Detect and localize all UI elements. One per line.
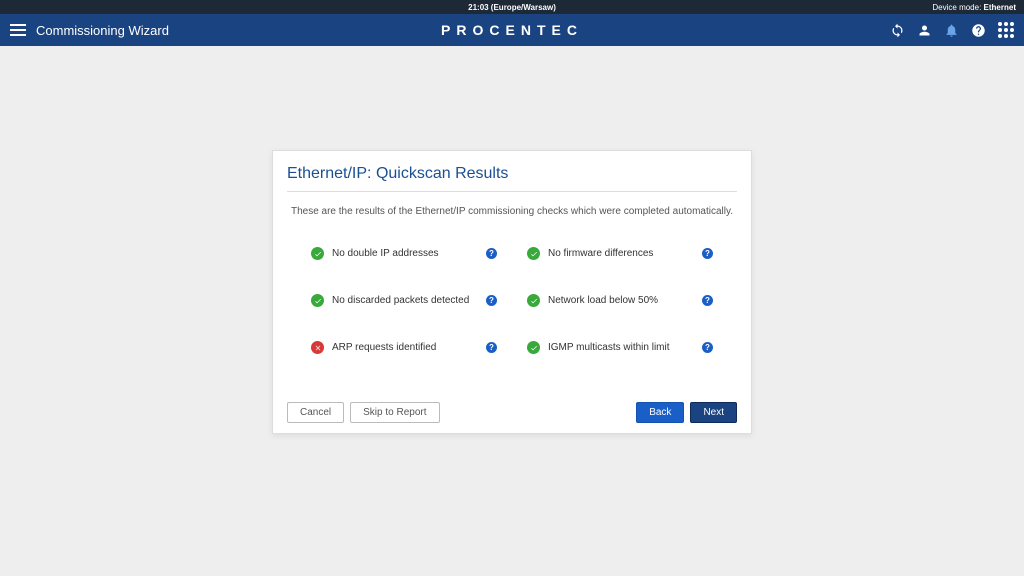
- bell-icon[interactable]: [944, 23, 959, 38]
- check-icon: [527, 294, 540, 307]
- device-mode: Device mode: Ethernet: [932, 3, 1016, 12]
- check-icon: [527, 341, 540, 354]
- menu-icon[interactable]: [10, 24, 26, 36]
- results-grid: No double IP addresses?No firmware diffe…: [287, 247, 737, 354]
- help-icon[interactable]: ?: [702, 342, 713, 353]
- help-icon[interactable]: ?: [486, 248, 497, 259]
- quickscan-card: Ethernet/IP: Quickscan Results These are…: [272, 150, 752, 434]
- cancel-button[interactable]: Cancel: [287, 402, 344, 423]
- result-item: No firmware differences?: [527, 247, 713, 260]
- top-status-bar: 21:03 (Europe/Warsaw) Device mode: Ether…: [0, 0, 1024, 14]
- result-label: No double IP addresses: [332, 248, 478, 259]
- result-label: Network load below 50%: [548, 295, 694, 306]
- check-icon: [527, 247, 540, 260]
- cross-icon: [311, 341, 324, 354]
- help-icon[interactable]: ?: [486, 295, 497, 306]
- result-item: IGMP multicasts within limit?: [527, 341, 713, 354]
- help-icon[interactable]: ?: [702, 248, 713, 259]
- result-item: No discarded packets detected?: [311, 294, 497, 307]
- card-description: These are the results of the Ethernet/IP…: [287, 206, 737, 217]
- result-item: ARP requests identified?: [311, 341, 497, 354]
- card-footer: Cancel Skip to Report Back Next: [287, 394, 737, 423]
- apps-icon[interactable]: [998, 22, 1014, 38]
- result-label: IGMP multicasts within limit: [548, 342, 694, 353]
- help-icon[interactable]: ?: [486, 342, 497, 353]
- user-icon[interactable]: [917, 23, 932, 38]
- result-item: No double IP addresses?: [311, 247, 497, 260]
- check-icon: [311, 247, 324, 260]
- refresh-icon[interactable]: [890, 23, 905, 38]
- back-button[interactable]: Back: [636, 402, 684, 423]
- header-icons: [890, 22, 1014, 38]
- result-label: ARP requests identified: [332, 342, 478, 353]
- help-icon[interactable]: [971, 23, 986, 38]
- card-title: Ethernet/IP: Quickscan Results: [287, 165, 737, 192]
- content-area: Ethernet/IP: Quickscan Results These are…: [0, 46, 1024, 434]
- app-header: Commissioning Wizard PROCENTEC: [0, 14, 1024, 46]
- result-item: Network load below 50%?: [527, 294, 713, 307]
- result-label: No firmware differences: [548, 248, 694, 259]
- result-label: No discarded packets detected: [332, 295, 478, 306]
- skip-button[interactable]: Skip to Report: [350, 402, 439, 423]
- next-button[interactable]: Next: [690, 402, 737, 423]
- page-title: Commissioning Wizard: [36, 23, 169, 38]
- time-label: 21:03 (Europe/Warsaw): [468, 3, 556, 12]
- logo: PROCENTEC: [441, 22, 583, 38]
- check-icon: [311, 294, 324, 307]
- help-icon[interactable]: ?: [702, 295, 713, 306]
